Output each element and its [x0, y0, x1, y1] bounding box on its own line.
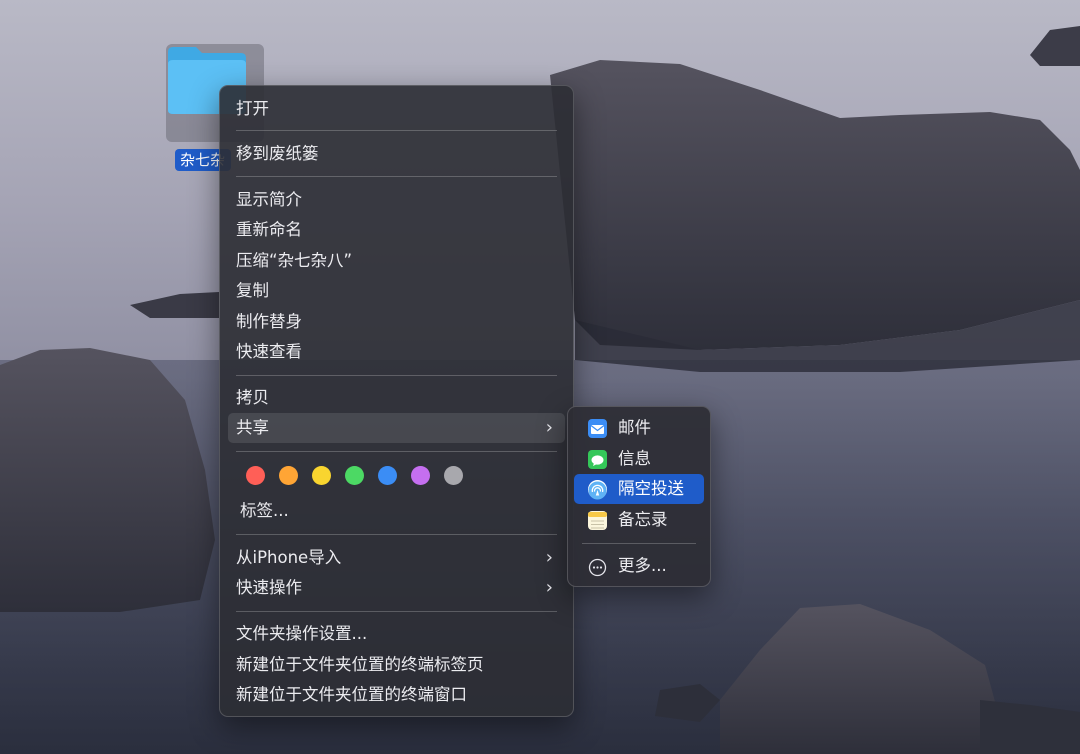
menu-item-import-label: 从iPhone导入 [236, 548, 342, 567]
share-item-airdrop-label: 隔空投送 [618, 479, 684, 498]
more-ellipsis-icon [588, 557, 607, 577]
menu-separator [236, 451, 557, 452]
share-item-messages[interactable]: 信息 [574, 444, 704, 474]
menu-item-duplicate[interactable]: 复制 [228, 276, 565, 306]
menu-item-move-to-trash[interactable]: 移到废纸篓 [228, 139, 565, 169]
menu-item-quick-actions[interactable]: 快速操作 › [228, 573, 565, 603]
menu-separator [236, 176, 557, 177]
menu-item-share[interactable]: 共享 › [228, 413, 565, 443]
menu-item-open[interactable]: 打开 [228, 94, 565, 124]
menu-item-quick-actions-label: 快速操作 [236, 578, 302, 597]
menu-separator [236, 534, 557, 535]
context-menu: 打开 移到废纸篓 显示简介 重新命名 压缩“杂七杂八” 复制 制作替身 快速查看… [219, 85, 574, 717]
notes-icon [588, 511, 607, 530]
tag-red-dot[interactable] [246, 466, 265, 485]
share-item-notes[interactable]: 备忘录 [574, 505, 704, 535]
menu-item-compress[interactable]: 压缩“杂七杂八” [228, 246, 565, 276]
menu-item-quick-look[interactable]: 快速查看 [228, 337, 565, 367]
menu-item-get-info[interactable]: 显示简介 [228, 185, 565, 215]
share-item-mail[interactable]: 邮件 [574, 413, 704, 443]
tag-orange-dot[interactable] [279, 466, 298, 485]
mail-icon [588, 419, 607, 438]
chevron-right-icon: › [545, 547, 553, 568]
share-item-more[interactable]: 更多... [574, 551, 704, 581]
menu-item-copy[interactable]: 拷贝 [228, 383, 565, 413]
messages-icon [588, 450, 607, 469]
chevron-right-icon: › [545, 577, 553, 598]
menu-separator [582, 543, 696, 544]
menu-item-import-from-iphone[interactable]: 从iPhone导入 › [228, 543, 565, 573]
menu-item-share-label: 共享 [236, 418, 269, 437]
menu-separator [236, 130, 557, 131]
tag-yellow-dot[interactable] [312, 466, 331, 485]
tag-blue-dot[interactable] [378, 466, 397, 485]
tag-green-dot[interactable] [345, 466, 364, 485]
menu-item-new-terminal-window[interactable]: 新建位于文件夹位置的终端窗口 [228, 680, 565, 710]
share-item-airdrop[interactable]: 隔空投送 [574, 474, 704, 504]
menu-separator [236, 611, 557, 612]
tag-gray-dot[interactable] [444, 466, 463, 485]
menu-item-tags[interactable]: 标签... [228, 496, 565, 526]
menu-item-folder-actions-setup[interactable]: 文件夹操作设置... [228, 619, 565, 649]
menu-separator [236, 375, 557, 376]
menu-item-new-terminal-tab[interactable]: 新建位于文件夹位置的终端标签页 [228, 650, 565, 680]
share-submenu: 邮件 信息 隔空投送 备忘录 更多... [567, 406, 711, 587]
airdrop-icon [588, 480, 607, 500]
menu-item-rename[interactable]: 重新命名 [228, 215, 565, 245]
share-item-more-label: 更多... [618, 556, 667, 575]
share-item-notes-label: 备忘录 [618, 510, 668, 529]
share-item-mail-label: 邮件 [618, 418, 651, 437]
menu-item-make-alias[interactable]: 制作替身 [228, 307, 565, 337]
tag-purple-dot[interactable] [411, 466, 430, 485]
share-item-messages-label: 信息 [618, 449, 651, 468]
chevron-right-icon: › [545, 417, 553, 438]
